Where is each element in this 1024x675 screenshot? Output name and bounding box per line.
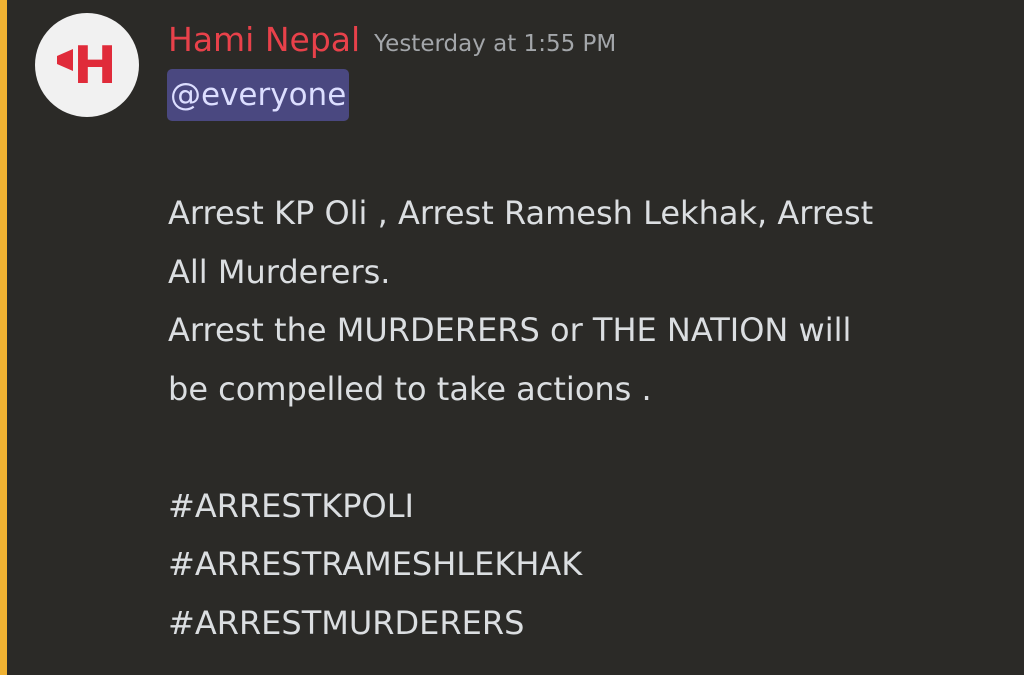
message-line: Arrest KP Oli , Arrest Ramesh Lekhak, Ar… [168,194,874,232]
message-content: Arrest KP Oli , Arrest Ramesh Lekhak, Ar… [168,184,1018,652]
svg-text:H: H [73,36,117,96]
mention-highlight-bar [0,0,7,675]
chat-message: H Hami Nepal Yesterday at 1:55 PM @everyo… [7,0,1024,675]
hashtag: #ARRESTRAMESHLEKHAK [168,545,583,583]
message-line: All Murderers. [168,252,391,291]
hami-nepal-logo-icon: H [57,36,117,96]
author-name[interactable]: Hami Nepal [168,20,360,59]
everyone-mention[interactable]: @everyone [167,69,350,121]
message-line: be compelled to take actions . [168,369,652,408]
message-timestamp[interactable]: Yesterday at 1:55 PM [374,31,616,57]
message-header: Hami Nepal Yesterday at 1:55 PM [168,18,616,62]
hashtag: #ARRESTKPOLI [168,486,414,525]
avatar[interactable]: H [35,13,139,117]
hashtag: #ARRESTMURDERERS [168,603,525,642]
message-line: Arrest the MURDERERS or THE NATION will [168,311,852,349]
